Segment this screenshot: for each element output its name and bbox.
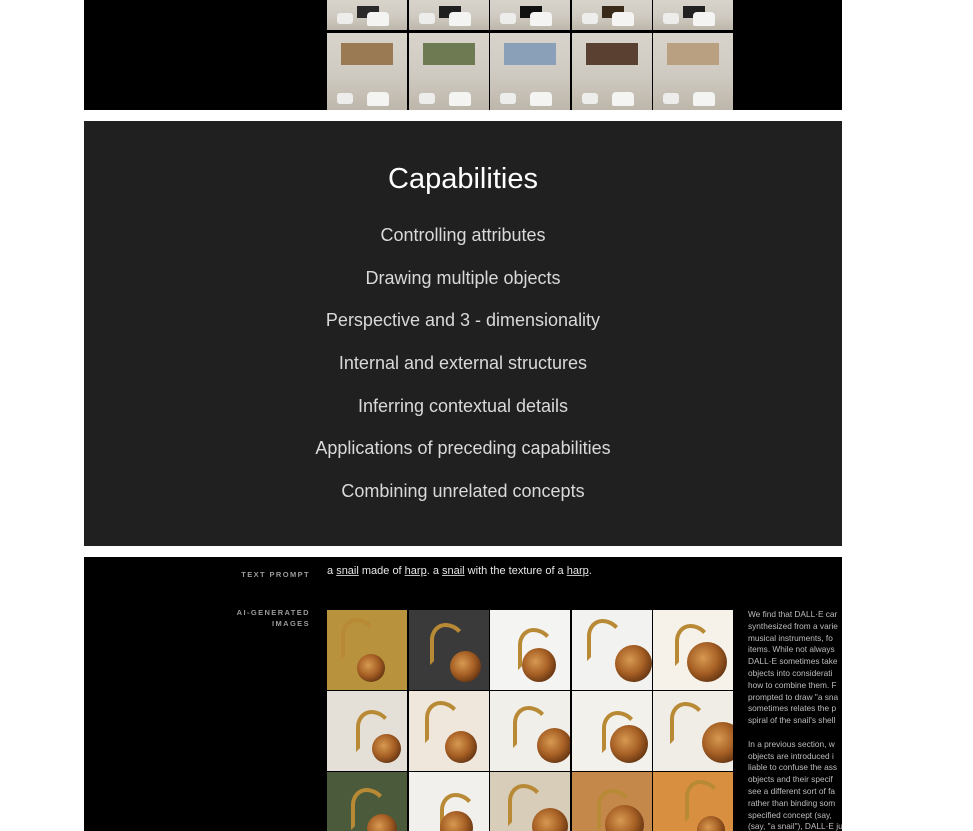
armchair xyxy=(500,93,516,104)
description-text: We find that DALL·E car synthesized from… xyxy=(748,609,842,831)
snail-shell xyxy=(532,808,568,831)
prompt-option-link[interactable]: snail xyxy=(336,565,359,577)
armchair xyxy=(663,93,679,104)
capability-item: Internal and external structures xyxy=(338,353,588,373)
armchair xyxy=(367,92,389,106)
generated-image[interactable] xyxy=(653,691,733,771)
armchair xyxy=(419,93,435,104)
snail-shell xyxy=(367,814,397,831)
generated-image[interactable] xyxy=(653,772,733,831)
snail-shell xyxy=(537,728,570,763)
generated-image[interactable] xyxy=(327,610,407,690)
wall-art xyxy=(423,43,475,65)
armchair xyxy=(500,13,516,24)
generated-image[interactable] xyxy=(409,610,489,690)
armchair xyxy=(337,13,353,24)
generated-image[interactable] xyxy=(572,610,652,690)
wall-art xyxy=(504,43,556,65)
ai-images-label-line: IMAGES xyxy=(272,619,310,628)
room-image-4 xyxy=(572,0,652,30)
generated-image[interactable] xyxy=(327,691,407,771)
slide-divider xyxy=(84,110,842,121)
room-image-9 xyxy=(572,33,652,110)
capability-item: Perspective and 3 - dimensionality xyxy=(325,310,601,330)
armchair xyxy=(449,92,471,106)
room-image-8 xyxy=(490,33,570,110)
generated-image[interactable] xyxy=(490,610,570,690)
prompt-option-link[interactable]: snail xyxy=(442,565,465,577)
room-image-7 xyxy=(409,33,489,110)
wall-art xyxy=(667,43,719,65)
armchair xyxy=(367,12,389,26)
room-image-1 xyxy=(327,0,407,30)
capability-item: Inferring contextual details xyxy=(357,396,569,416)
armchair xyxy=(693,92,715,106)
slide-title: Capabilities xyxy=(388,163,538,195)
generated-image-grid xyxy=(327,610,733,831)
room-image-3 xyxy=(490,0,570,30)
generated-image[interactable] xyxy=(490,772,570,831)
armchair xyxy=(530,92,552,106)
capability-item: Combining unrelated concepts xyxy=(341,481,585,501)
ai-images-label-line: AI-GENERATED xyxy=(236,608,310,617)
wall-art xyxy=(586,43,638,65)
room-image-grid xyxy=(327,0,733,110)
armchair xyxy=(530,12,552,26)
snail-shell xyxy=(687,642,727,682)
armchair xyxy=(663,13,679,24)
armchair xyxy=(693,12,715,26)
slide-divider xyxy=(84,546,842,557)
text-prompt: a snail made of harp. a snail with the t… xyxy=(327,565,592,577)
capability-item: Drawing multiple objects xyxy=(365,268,561,288)
snail-shell xyxy=(702,722,733,763)
room-image-5 xyxy=(653,0,733,30)
snail-shell xyxy=(605,805,644,831)
snail-shell xyxy=(522,648,556,682)
generated-image[interactable] xyxy=(490,691,570,771)
prompt-text: with the texture of a xyxy=(464,565,567,577)
armchair xyxy=(582,13,598,24)
generated-image[interactable] xyxy=(409,772,489,831)
room-image-2 xyxy=(409,0,489,30)
prompt-text: . xyxy=(588,565,592,577)
room-image-10 xyxy=(653,33,733,110)
generated-image[interactable] xyxy=(327,772,407,831)
capability-item: Applications of preceding capabilities xyxy=(315,438,611,458)
prompt-text: . a xyxy=(426,565,442,577)
harp-shape xyxy=(685,780,723,822)
armchair xyxy=(419,13,435,24)
armchair xyxy=(449,12,471,26)
wall-art xyxy=(341,43,393,65)
prompt-option-link[interactable]: harp xyxy=(405,565,427,577)
armchair xyxy=(612,12,634,26)
armchair xyxy=(612,92,634,106)
snail-shell xyxy=(610,725,648,763)
snail-shell xyxy=(450,651,481,682)
room-images-slide xyxy=(84,0,842,110)
generated-image[interactable] xyxy=(409,691,489,771)
generated-image[interactable] xyxy=(572,772,652,831)
room-image-6 xyxy=(327,33,407,110)
prompt-text: made of xyxy=(358,565,405,577)
prompt-option-link[interactable]: harp xyxy=(567,565,589,577)
snail-harp-slide: TEXT PROMPT AI-GENERATED IMAGES a snail … xyxy=(84,557,842,831)
generated-image[interactable] xyxy=(572,691,652,771)
generated-image[interactable] xyxy=(653,610,733,690)
ai-generated-images-label: AI-GENERATED IMAGES xyxy=(204,607,310,629)
armchair xyxy=(582,93,598,104)
capabilities-slide: Capabilities Controlling attributes Draw… xyxy=(84,121,842,546)
text-prompt-label: TEXT PROMPT xyxy=(241,570,310,579)
snail-shell xyxy=(615,645,652,682)
snail-shell xyxy=(357,654,385,682)
snail-shell xyxy=(372,734,401,763)
prompt-text: a xyxy=(327,565,337,577)
capability-item: Controlling attributes xyxy=(380,225,546,245)
armchair xyxy=(337,93,353,104)
snail-shell xyxy=(445,731,477,763)
